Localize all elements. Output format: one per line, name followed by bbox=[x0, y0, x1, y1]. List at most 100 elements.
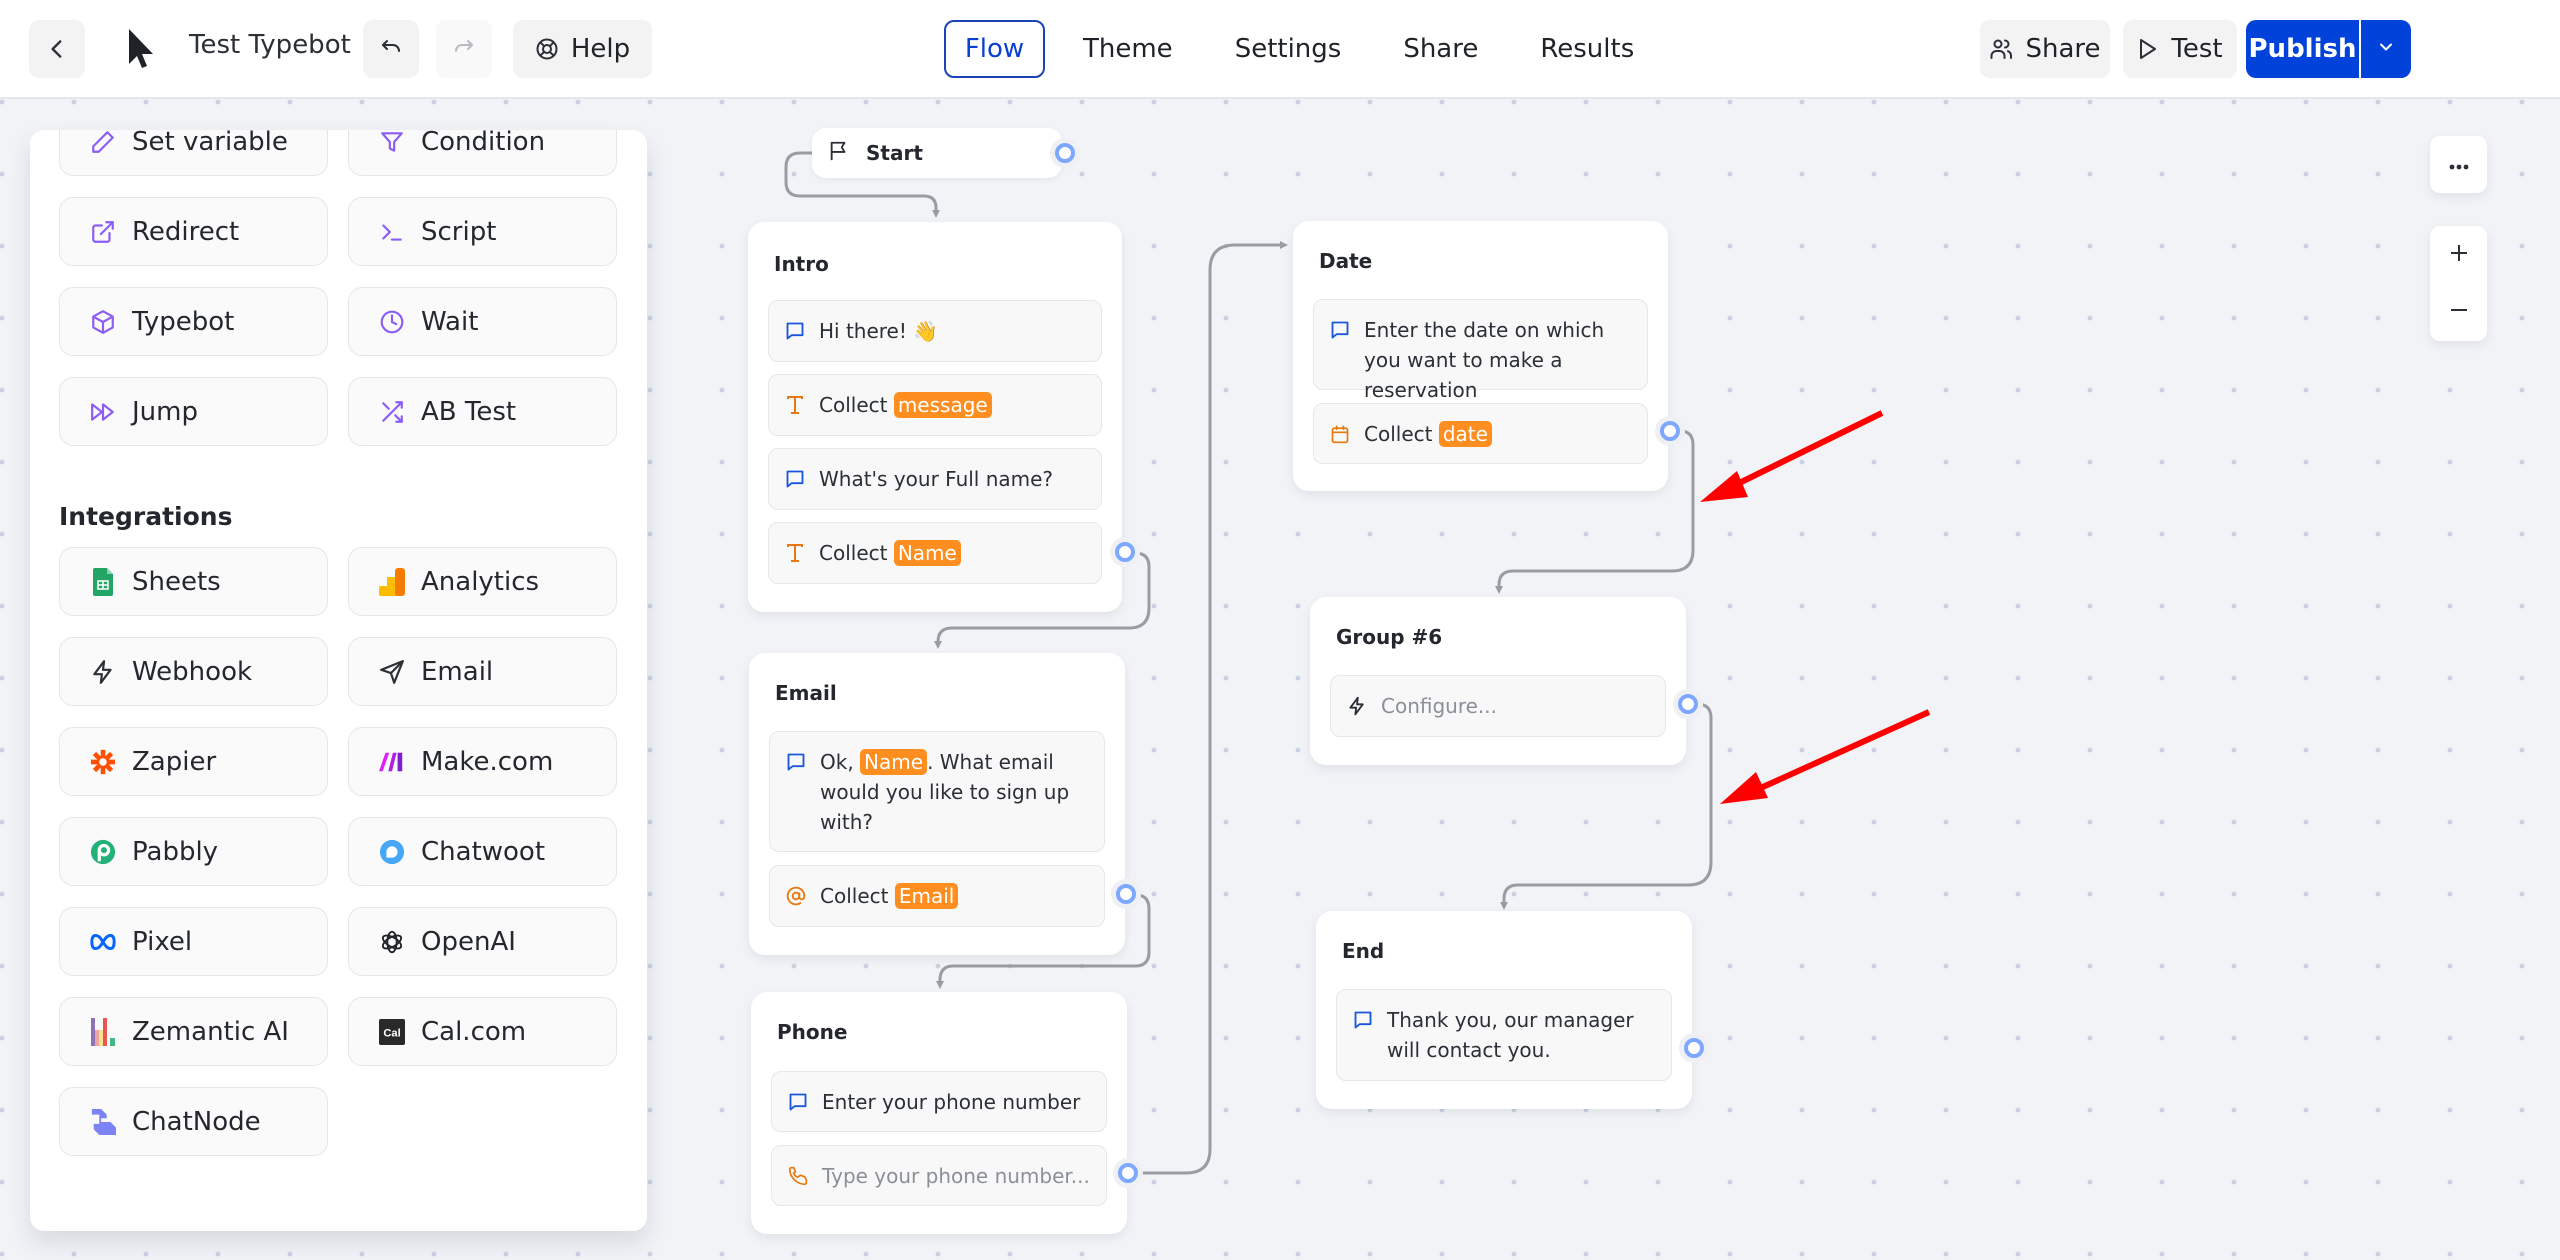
collect-prefix: Collect bbox=[819, 393, 888, 417]
tab-settings[interactable]: Settings bbox=[1211, 20, 1366, 78]
intro-output-handle[interactable] bbox=[1115, 542, 1135, 562]
sidebar-item-jump[interactable]: Jump bbox=[59, 377, 328, 446]
sidebar-item-redirect[interactable]: Redirect bbox=[59, 197, 328, 266]
chat-bubble-icon bbox=[1330, 315, 1352, 345]
sidebar-item-openai[interactable]: OpenAI bbox=[348, 907, 617, 976]
publish-options-button[interactable] bbox=[2359, 20, 2411, 78]
group-title[interactable]: Group #6 bbox=[1336, 625, 1442, 649]
sidebar-item-typebot[interactable]: Typebot bbox=[59, 287, 328, 356]
text-input-block[interactable]: Collect message bbox=[768, 374, 1102, 436]
publish-group: Publish bbox=[2246, 20, 2411, 78]
text-bubble-block[interactable]: What's your Full name? bbox=[768, 448, 1102, 510]
group-phone[interactable]: Phone Enter your phone number Type your … bbox=[751, 992, 1127, 1234]
group-end[interactable]: End Thank you, our manager will contact … bbox=[1316, 911, 1692, 1109]
typebot-name[interactable]: Test Typebot bbox=[189, 30, 351, 60]
group-date[interactable]: Date Enter the date on which you want to… bbox=[1293, 221, 1668, 491]
sidebar-item-label: Cal.com bbox=[421, 1016, 527, 1047]
block-text: Enter the date on which you want to make… bbox=[1364, 318, 1605, 402]
sidebar-item-label: AB Test bbox=[421, 396, 517, 427]
group6-output-handle[interactable] bbox=[1678, 694, 1698, 714]
collect-prefix: Collect bbox=[819, 541, 888, 565]
sidebar-item-wait[interactable]: Wait bbox=[348, 287, 617, 356]
openai-icon bbox=[379, 929, 405, 955]
svg-text:Cal: Cal bbox=[383, 1027, 400, 1039]
cursor-arrow-logo-icon bbox=[118, 24, 166, 72]
email-input-block[interactable]: Collect Email bbox=[769, 865, 1105, 927]
chatwoot-icon bbox=[379, 839, 405, 865]
sidebar-item-label: Script bbox=[421, 216, 497, 247]
sidebar-item-zapier[interactable]: Zapier bbox=[59, 727, 328, 796]
sidebar-item-zemantic-ai[interactable]: Zemantic AI bbox=[59, 997, 328, 1066]
redo-button[interactable] bbox=[436, 20, 492, 78]
start-node[interactable]: Start bbox=[812, 128, 1062, 178]
group-title[interactable]: End bbox=[1342, 939, 1384, 963]
users-icon bbox=[1989, 37, 2013, 61]
email-output-handle[interactable] bbox=[1116, 884, 1136, 904]
group-title[interactable]: Intro bbox=[774, 252, 829, 276]
play-icon bbox=[2137, 37, 2159, 61]
group-intro[interactable]: Intro Hi there! 👋 Collect message What's… bbox=[748, 222, 1122, 612]
plus-icon bbox=[2449, 243, 2469, 267]
tab-share[interactable]: Share bbox=[1379, 20, 1502, 78]
sidebar-item-make[interactable]: Make.com bbox=[348, 727, 617, 796]
filter-icon bbox=[379, 130, 405, 155]
start-output-handle[interactable] bbox=[1055, 143, 1075, 163]
sidebar-item-pabbly[interactable]: Pabbly bbox=[59, 817, 328, 886]
text-bubble-block[interactable]: Thank you, our manager will contact you. bbox=[1336, 989, 1672, 1081]
sidebar-item-label: Pixel bbox=[132, 926, 193, 957]
share-button[interactable]: Share bbox=[1980, 20, 2110, 78]
date-input-block[interactable]: Collect date bbox=[1313, 403, 1648, 464]
sidebar-item-email[interactable]: Email bbox=[348, 637, 617, 706]
text-input-block[interactable]: Collect Name bbox=[768, 522, 1102, 584]
sidebar-item-cal-com[interactable]: Cal Cal.com bbox=[348, 997, 617, 1066]
group-title[interactable]: Phone bbox=[777, 1020, 847, 1044]
lightning-icon bbox=[90, 659, 116, 685]
variable-tag: Name bbox=[893, 540, 961, 566]
zoom-in-button[interactable] bbox=[2430, 226, 2487, 283]
test-button[interactable]: Test bbox=[2123, 20, 2237, 78]
zoom-out-button[interactable] bbox=[2430, 283, 2487, 340]
group-6[interactable]: Group #6 Configure... bbox=[1310, 597, 1686, 765]
text-bubble-block[interactable]: Enter your phone number bbox=[771, 1071, 1107, 1132]
undo-button[interactable] bbox=[363, 20, 419, 78]
phone-output-handle[interactable] bbox=[1118, 1163, 1138, 1183]
text-bubble-block[interactable]: Enter the date on which you want to make… bbox=[1313, 299, 1648, 402]
shuffle-icon bbox=[379, 399, 405, 425]
minus-icon bbox=[2449, 300, 2469, 324]
end-output-handle[interactable] bbox=[1684, 1038, 1704, 1058]
help-button[interactable]: Help bbox=[513, 20, 652, 78]
chat-bubble-icon bbox=[786, 747, 808, 777]
webhook-block[interactable]: Configure... bbox=[1330, 675, 1666, 737]
sidebar-item-script[interactable]: Script bbox=[348, 197, 617, 266]
sidebar-item-ab-test[interactable]: AB Test bbox=[348, 377, 617, 446]
text-bubble-block[interactable]: Hi there! 👋 bbox=[768, 300, 1102, 362]
block-text: Collect message bbox=[819, 390, 992, 420]
sidebar-item-webhook[interactable]: Webhook bbox=[59, 637, 328, 706]
tab-results[interactable]: Results bbox=[1516, 20, 1658, 78]
sidebar-item-set-variable[interactable]: Set variable bbox=[59, 130, 328, 176]
chat-bubble-icon bbox=[785, 316, 807, 346]
back-button[interactable] bbox=[29, 20, 85, 78]
editor-tabs: Flow Theme Settings Share Results bbox=[944, 20, 1672, 78]
tab-flow[interactable]: Flow bbox=[944, 20, 1045, 78]
phone-input-block[interactable]: Type your phone number... bbox=[771, 1145, 1107, 1206]
more-options-button[interactable] bbox=[2430, 136, 2487, 193]
text-input-icon bbox=[785, 538, 807, 568]
text-bubble-block[interactable]: Ok, Name. What email would you like to s… bbox=[769, 731, 1105, 852]
tab-theme[interactable]: Theme bbox=[1059, 20, 1197, 78]
group-email[interactable]: Email Ok, Name. What email would you lik… bbox=[749, 653, 1125, 955]
publish-button[interactable]: Publish bbox=[2246, 20, 2359, 78]
group-title[interactable]: Email bbox=[775, 681, 837, 705]
sidebar-item-chatwoot[interactable]: Chatwoot bbox=[348, 817, 617, 886]
sidebar-item-analytics[interactable]: Analytics bbox=[348, 547, 617, 616]
sidebar-item-pixel[interactable]: Pixel bbox=[59, 907, 328, 976]
variable-tag: Email bbox=[894, 883, 959, 909]
variable-tag: date bbox=[1438, 421, 1492, 447]
block-text: Ok, Name. What email would you like to s… bbox=[820, 747, 1090, 837]
sidebar-item-sheets[interactable]: Sheets bbox=[59, 547, 328, 616]
more-horizontal-icon bbox=[2449, 155, 2469, 174]
date-output-handle[interactable] bbox=[1660, 421, 1680, 441]
sidebar-item-chatnode[interactable]: ChatNode bbox=[59, 1087, 328, 1156]
sidebar-item-condition[interactable]: Condition bbox=[348, 130, 617, 176]
group-title[interactable]: Date bbox=[1319, 249, 1372, 273]
